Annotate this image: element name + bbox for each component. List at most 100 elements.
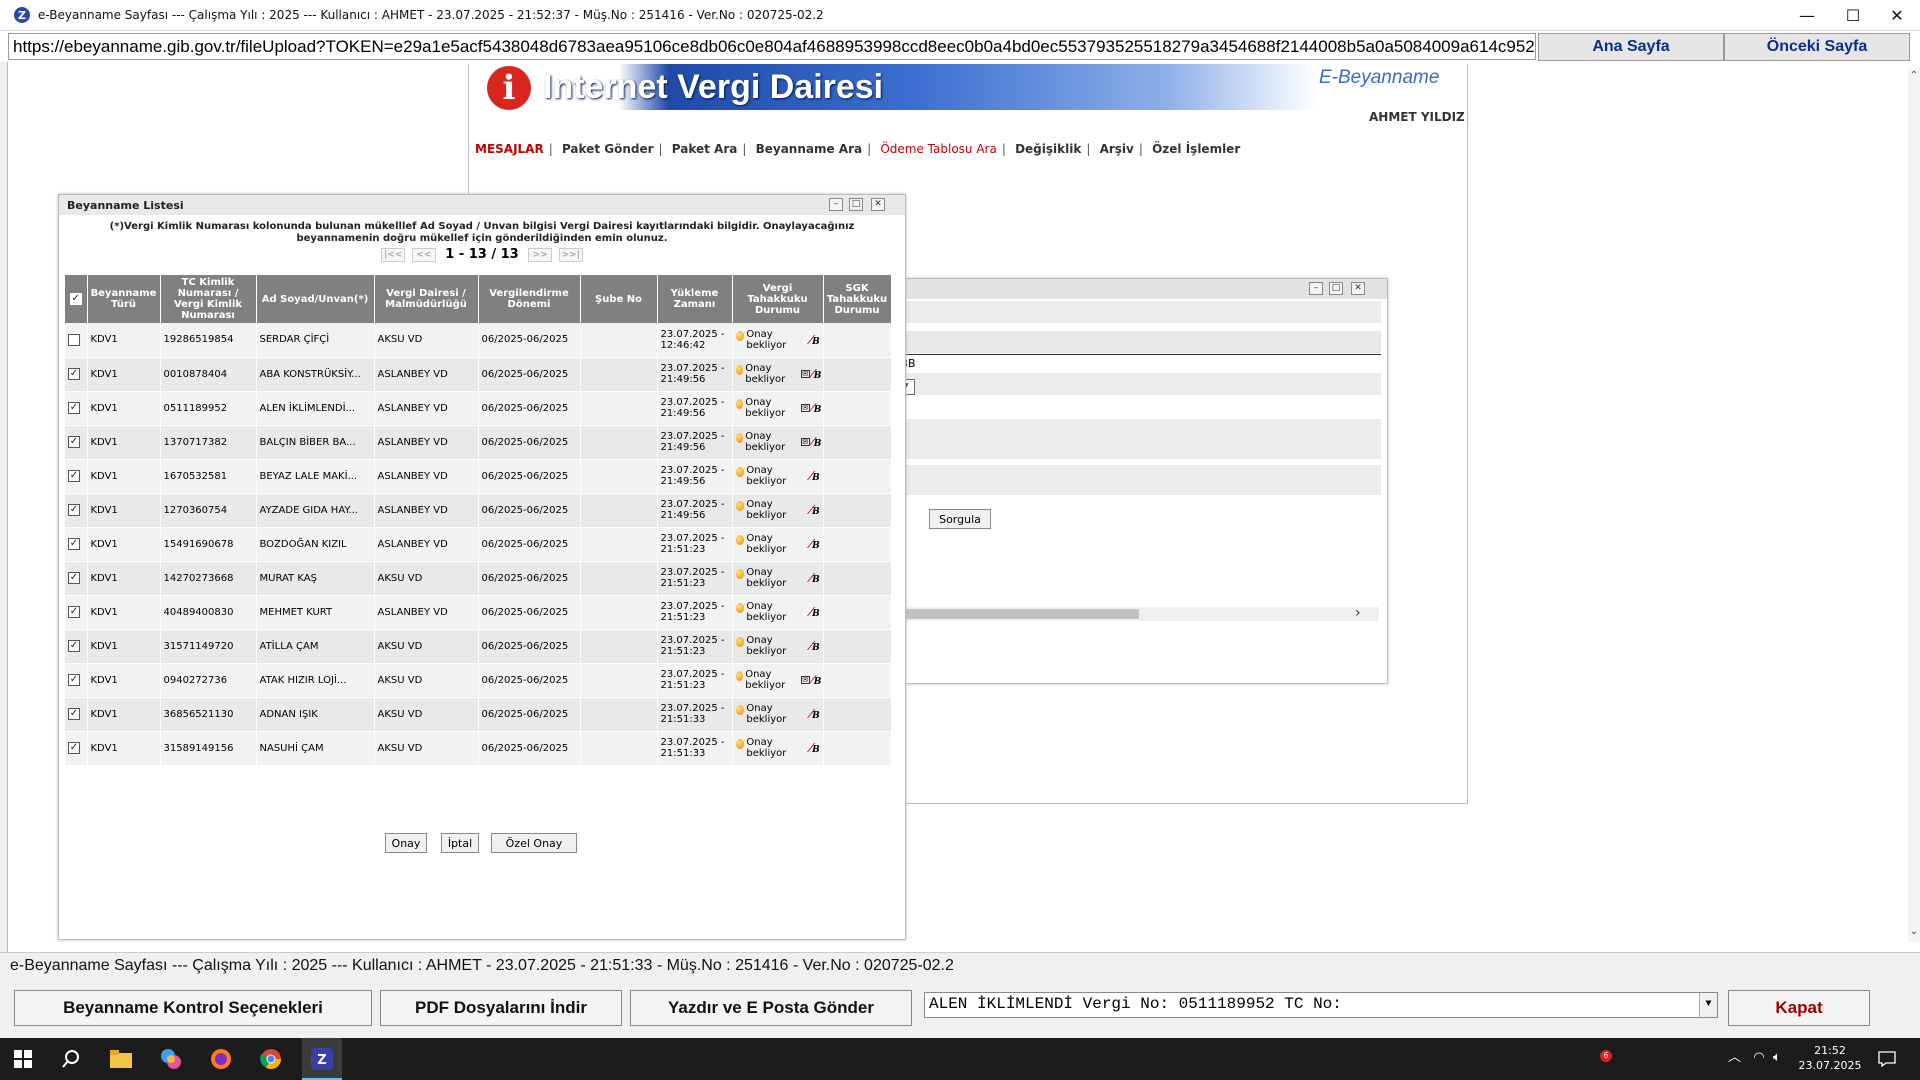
table-row[interactable]: ✓ KDV1 31589149156 NASUHİ ÇAM AKSU VD 06/2025… (65, 731, 892, 766)
mukellef-combo[interactable]: ALEN İKLİMLENDİ Vergi No: 0511189952 TC … (924, 992, 1718, 1018)
header-vergi-tahakkuku[interactable]: Vergi Tahakkuku Durumu (732, 275, 824, 323)
row-checkbox[interactable]: ✓ (68, 538, 80, 550)
table-row[interactable]: ✓ KDV1 0010878404 ABA KONSTRÜKSİY... ASLANBE… (65, 357, 892, 392)
bg-maximize-icon[interactable]: □ (1329, 282, 1343, 295)
header-yukleme-zamani[interactable]: Yükleme Zamanı (657, 275, 733, 323)
pdf-icon[interactable]: ⁄B (810, 502, 822, 518)
menu-degisiklik[interactable]: Değişiklik (1015, 142, 1081, 156)
windows-start-icon[interactable] (8, 1044, 38, 1074)
header-beyanname-turu[interactable]: Beyanname Türü (87, 275, 161, 323)
row-checkbox[interactable]: ✓ (68, 504, 80, 516)
tray-chevron-icon[interactable]: ︿ (1728, 1050, 1741, 1065)
firefox-icon[interactable] (206, 1044, 236, 1074)
row-checkbox[interactable]: ✓ (68, 674, 80, 686)
bg-scroll-thumb[interactable] (895, 609, 1139, 619)
dialog-close-icon[interactable]: ✕ (871, 198, 885, 211)
pager-prev-button[interactable]: << (411, 247, 436, 262)
mail-icon[interactable]: ✉ (800, 370, 810, 378)
table-row[interactable]: ✓ KDV1 15491690678 BOZDOĞAN KIZIL ASLANBEY V… (65, 527, 892, 562)
row-checkbox[interactable]: ✓ (68, 606, 80, 618)
header-vergi-dairesi[interactable]: Vergi Dairesi / Malmüdürlüğü (374, 275, 479, 323)
scroll-right-icon[interactable]: › (1355, 605, 1361, 621)
dialog-minimize-icon[interactable]: – (829, 198, 843, 211)
yazdir-eposta-button[interactable]: Yazdır ve E Posta Gönder (630, 990, 912, 1026)
ebeyanname-app-icon[interactable]: Z (307, 1044, 337, 1074)
pager-last-button[interactable]: >>| (558, 247, 583, 262)
wifi-icon[interactable]: ◠ (1753, 1050, 1764, 1065)
chevron-down-icon[interactable]: ▼ (1699, 993, 1717, 1017)
bg-minimize-icon[interactable]: – (1309, 282, 1323, 295)
table-row[interactable]: ✓ KDV1 1670532581 BEYAZ LALE MAKİ... ASLANBE… (65, 459, 892, 494)
bg-close-icon[interactable]: ✕ (1351, 282, 1365, 295)
pdf-icon[interactable]: ⁄B (810, 706, 822, 722)
pdf-icon[interactable]: ⁄B (810, 332, 822, 348)
ana-sayfa-button[interactable]: Ana Sayfa (1538, 33, 1724, 61)
close-button[interactable]: ✕ (1874, 0, 1920, 31)
onceki-sayfa-button[interactable]: Önceki Sayfa (1724, 33, 1910, 61)
row-checkbox[interactable]: ✓ (68, 640, 80, 652)
table-row[interactable]: ✓ KDV1 36856521130 ADNAN IŞIK AKSU VD 06/2025… (65, 697, 892, 732)
onay-button[interactable]: Onay (385, 833, 427, 853)
vertical-scrollbar[interactable]: ⌃ ⌄ (1908, 68, 1920, 942)
row-checkbox[interactable] (68, 333, 80, 346)
table-row[interactable]: ✓ KDV1 31571149720 ATİLLA ÇAM AKSU VD 06/2025… (65, 629, 892, 664)
table-row[interactable]: ✓ KDV1 1270360754 AYZADE GIDA HAY... ASLANBE… (65, 493, 892, 528)
search-icon[interactable] (56, 1044, 86, 1074)
ozel-onay-button[interactable]: Özel Onay (491, 833, 577, 853)
copilot-icon[interactable] (156, 1044, 186, 1074)
header-ad-soyad[interactable]: Ad Soyad/Unvan(*) (256, 275, 375, 323)
pdf-indir-button[interactable]: PDF Dosyalarını İndir (380, 990, 622, 1026)
pdf-icon[interactable]: ⁄B (810, 468, 822, 484)
table-row[interactable]: ✓ KDV1 0511189952 ALEN İKLİMLENDİ... ASLANBE… (65, 391, 892, 426)
menu-arsiv[interactable]: Arşiv (1100, 142, 1134, 156)
sorgula-button[interactable]: Sorgula (929, 509, 991, 529)
volume-icon[interactable]: 🔈︎ (1773, 1050, 1781, 1065)
minimize-button[interactable]: — (1784, 0, 1830, 31)
select-all-checkbox[interactable]: ✓ (69, 293, 82, 305)
maximize-button[interactable]: ☐ (1830, 0, 1876, 31)
menu-odeme-tablosu-ara[interactable]: Ödeme Tablosu Ara (880, 142, 997, 156)
row-checkbox[interactable]: ✓ (68, 402, 80, 414)
pdf-icon[interactable]: ⁄B (812, 672, 822, 688)
chrome-icon[interactable] (256, 1044, 286, 1074)
table-row[interactable]: ✓ KDV1 14270273668 MURAT KAŞ AKSU VD 06/2025-… (65, 561, 892, 596)
header-sube-no[interactable]: Şube No (580, 275, 658, 323)
pdf-icon[interactable]: ⁄B (810, 740, 822, 756)
pdf-icon[interactable]: ⁄B (812, 400, 822, 416)
row-checkbox[interactable]: ✓ (68, 708, 80, 720)
file-explorer-icon[interactable] (106, 1044, 136, 1074)
menu-paket-ara[interactable]: Paket Ara (672, 142, 738, 156)
table-row[interactable]: ✓ KDV1 0940272736 ATAK HIZIR LOJİ... AKSU VD… (65, 663, 892, 698)
pdf-icon[interactable]: ⁄B (810, 536, 822, 552)
header-donem[interactable]: Vergilendirme Dönemi (478, 275, 581, 323)
row-checkbox[interactable]: ✓ (68, 368, 80, 380)
row-checkbox[interactable]: ✓ (68, 742, 80, 754)
table-row[interactable]: KDV1 19286519854 SERDAR ÇİFÇİ AKSU VD 06/202… (65, 323, 892, 358)
pdf-icon[interactable]: ⁄B (810, 604, 822, 620)
menu-beyanname-ara[interactable]: Beyanname Ara (756, 142, 863, 156)
pager-first-button[interactable]: |<< (381, 247, 406, 262)
mail-icon[interactable]: ✉ (800, 404, 810, 412)
pager-next-button[interactable]: >> (528, 247, 553, 262)
notifications-icon[interactable] (1872, 1044, 1902, 1074)
dialog-maximize-icon[interactable]: □ (849, 198, 863, 211)
mail-icon[interactable]: ✉ (800, 438, 810, 446)
url-field[interactable]: https://ebeyanname.gib.gov.tr/fileUpload… (8, 33, 1536, 60)
row-checkbox[interactable]: ✓ (68, 470, 80, 482)
pdf-icon[interactable]: ⁄B (810, 570, 822, 586)
table-row[interactable]: ✓ KDV1 40489400830 MEHMET KURT ASLANBEY VD 06… (65, 595, 892, 630)
taskbar-clock[interactable]: 21:52 23.07.2025 (1795, 1043, 1865, 1073)
bg-horizontal-scrollbar[interactable]: › (895, 605, 1379, 621)
menu-mesajlar[interactable]: MESAJLAR (475, 142, 544, 156)
pdf-icon[interactable]: ⁄B (810, 638, 822, 654)
pdf-icon[interactable]: ⁄B (812, 434, 822, 450)
beyanname-kontrol-button[interactable]: Beyanname Kontrol Seçenekleri (14, 990, 372, 1026)
scroll-up-icon[interactable]: ⌃ (1908, 70, 1920, 84)
mail-icon[interactable]: ✉ (800, 676, 810, 684)
iptal-button[interactable]: İptal (441, 833, 479, 853)
scroll-down-icon[interactable]: ⌄ (1908, 926, 1920, 940)
menu-ozel-islemler[interactable]: Özel İşlemler (1152, 142, 1240, 156)
header-kimlik-no[interactable]: TC Kimlik Numarası / Vergi Kimlik Numara… (160, 275, 257, 323)
table-row[interactable]: ✓ KDV1 1370717382 BALÇIN BİBER BA... ASLANBE… (65, 425, 892, 460)
header-sgk-tahakkuku[interactable]: SGK Tahakkuku Durumu (823, 275, 892, 323)
